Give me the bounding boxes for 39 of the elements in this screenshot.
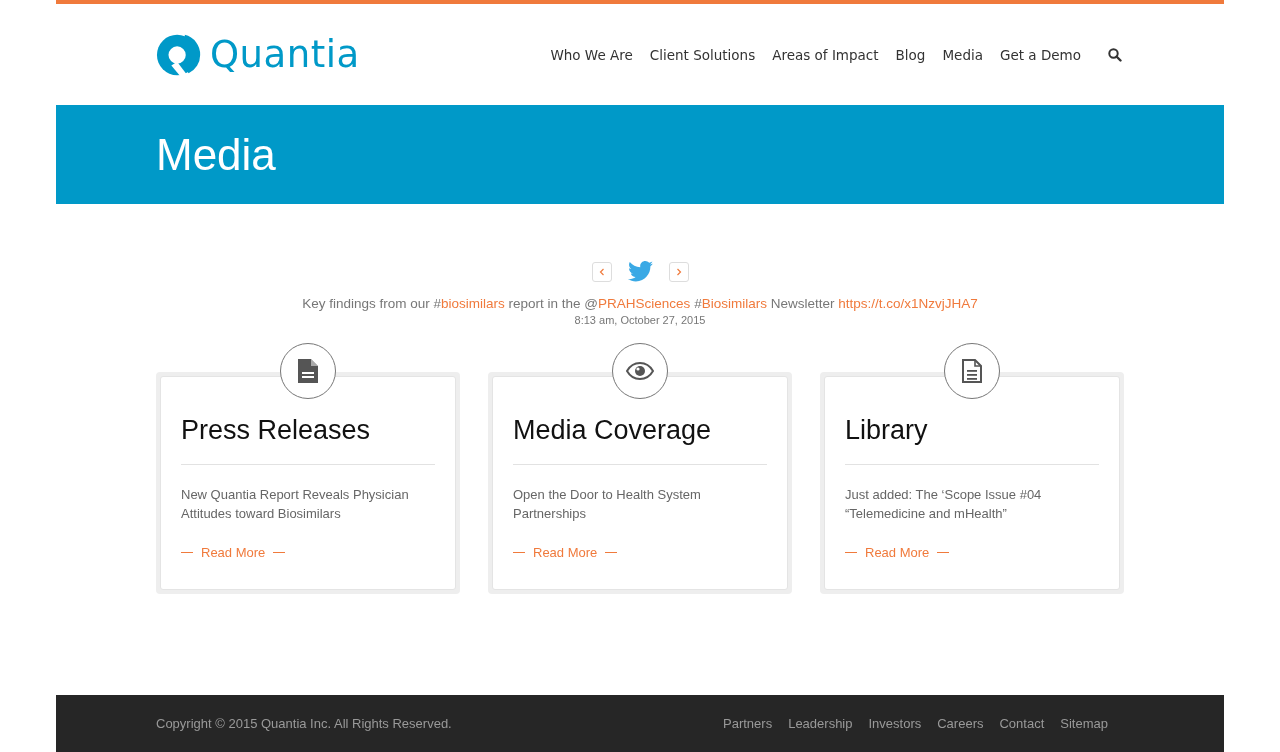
nav-link[interactable]: Areas of Impact bbox=[772, 46, 879, 63]
tweet-time: 8:13 am, October 27, 2015 bbox=[574, 314, 706, 326]
chevron-right-icon bbox=[675, 267, 682, 276]
footer-link[interactable]: Leadership bbox=[788, 716, 853, 731]
card-text: Just added: The ‘Scope Issue #04 “Telemedicine and mHealth” bbox=[845, 486, 1043, 523]
search-icon[interactable] bbox=[1108, 47, 1122, 62]
footer-link[interactable]: Careers bbox=[937, 716, 984, 731]
tweet-link[interactable]: Biosimilars bbox=[701, 296, 767, 311]
read-more-link[interactable]: Read More bbox=[865, 545, 930, 560]
tweet-link[interactable]: https://t.co/x1NzvjJHA7 bbox=[838, 296, 978, 311]
read-more-link[interactable]: Read More bbox=[533, 545, 598, 560]
next-button[interactable] bbox=[668, 261, 689, 282]
card-title: Library bbox=[845, 415, 929, 446]
brand-name[interactable]: Quantia bbox=[210, 33, 360, 76]
eye-icon bbox=[626, 362, 654, 380]
read-more-link[interactable]: Read More bbox=[201, 545, 266, 560]
card-title: Media Coverage bbox=[513, 415, 713, 446]
page-title: Media bbox=[156, 129, 276, 180]
footer-link[interactable]: Partners bbox=[723, 716, 773, 731]
nav-link[interactable]: Get a Demo bbox=[999, 46, 1081, 63]
document-icon bbox=[298, 359, 318, 383]
bird-icon bbox=[627, 261, 653, 282]
card-text: New Quantia Report Reveals Physician Attitudes toward Biosimilars bbox=[181, 486, 410, 523]
tweet-text: Key findings from our #biosimilars report in the @PRAHSciences #Biosimilars Newsletter https://t.co/x1NzvjJHA7 bbox=[302, 296, 978, 311]
nav-link[interactable]: Client Solutions bbox=[649, 46, 756, 63]
card-text: Open the Door to Health System Partnerships bbox=[513, 486, 702, 523]
document-icon bbox=[962, 359, 982, 383]
footer-link[interactable]: Investors bbox=[868, 716, 922, 731]
tweet-link[interactable]: biosimilars bbox=[441, 296, 505, 311]
footer-link[interactable]: Contact bbox=[999, 716, 1045, 731]
chevron-left-icon bbox=[598, 267, 605, 276]
nav-link[interactable]: Blog bbox=[895, 46, 926, 63]
footer-link[interactable]: Sitemap bbox=[1060, 716, 1108, 731]
nav-link[interactable]: Media bbox=[942, 46, 983, 63]
previous-button[interactable] bbox=[591, 261, 612, 282]
tweet-link[interactable]: PRAHSciences bbox=[598, 296, 691, 311]
card-title: Press Releases bbox=[181, 415, 372, 446]
nav-link[interactable]: Who We Are bbox=[550, 46, 633, 63]
copyright-text: Copyright © 2015 Quantia Inc. All Rights Reserved. bbox=[156, 716, 452, 731]
